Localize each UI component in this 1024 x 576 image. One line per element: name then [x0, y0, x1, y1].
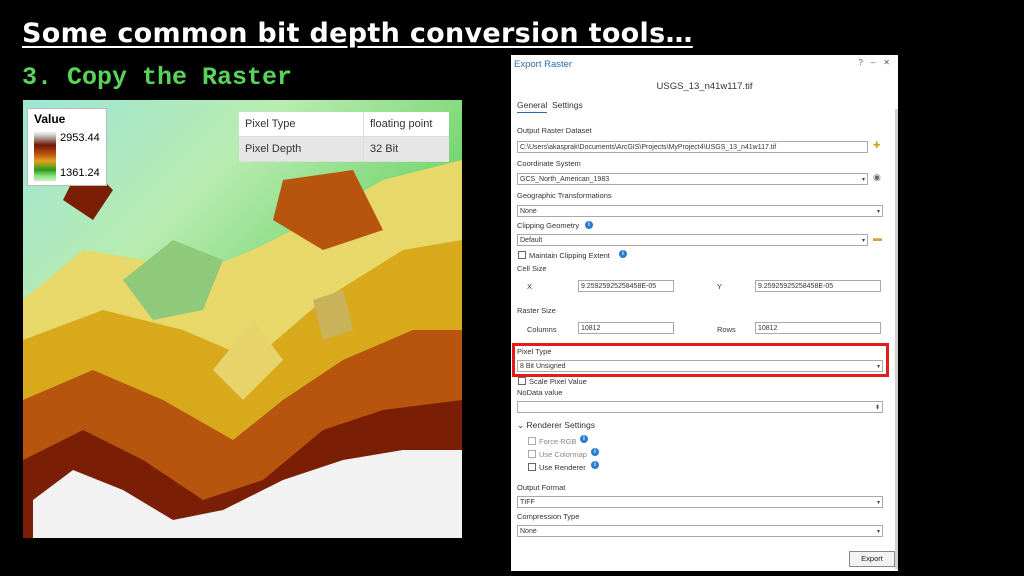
use-renderer-checkbox[interactable]: [528, 463, 536, 471]
geo-transform-label: Geographic Transformations: [517, 191, 612, 200]
info-icon[interactable]: i: [591, 461, 599, 469]
use-colormap-label: Use Colormap: [539, 450, 587, 459]
info-icon[interactable]: i: [591, 448, 599, 456]
output-format-value: TIFF: [520, 499, 535, 506]
help-button[interactable]: ?: [858, 58, 862, 67]
rows-input[interactable]: 10812: [755, 322, 881, 334]
compression-select[interactable]: None ▾: [517, 525, 883, 537]
geo-transform-select[interactable]: None ▾: [517, 205, 883, 217]
renderer-settings-header[interactable]: ⌄ Renderer Settings: [517, 420, 595, 431]
chevron-down-icon: ▾: [876, 500, 880, 506]
info-icon[interactable]: i: [619, 250, 627, 258]
raster-size-label: Raster Size: [517, 306, 556, 315]
output-raster-label: Output Raster Dataset: [517, 126, 592, 135]
tab-general[interactable]: General: [517, 100, 548, 113]
coord-system-label: Coordinate System: [517, 159, 581, 168]
output-raster-input[interactable]: C:\Users\akasprak\Documents\ArcGIS\Proje…: [517, 141, 868, 153]
geo-transform-value: None: [520, 208, 537, 215]
info-icon[interactable]: i: [580, 435, 588, 443]
slide-subtitle: 3. Copy the Raster: [22, 63, 293, 92]
columns-input[interactable]: 10812: [578, 322, 674, 334]
chevron-down-icon: ▾: [876, 529, 880, 535]
globe-icon[interactable]: ◉: [873, 172, 881, 183]
force-rgb-label: Force RGB: [539, 437, 577, 446]
clipping-geometry-value: Default: [520, 237, 543, 244]
coord-system-select[interactable]: GCS_North_American_1983 ▾: [517, 173, 868, 185]
pixel-type-highlight: [512, 343, 889, 377]
table-row: Pixel Depth 32 Bit: [239, 136, 449, 162]
property-key: Pixel Type: [239, 112, 364, 137]
scale-pixel-checkbox[interactable]: [518, 377, 526, 385]
output-format-select[interactable]: TIFF ▾: [517, 496, 883, 508]
maintain-clipping-label: Maintain Clipping Extent: [529, 251, 610, 260]
raster-properties-table: Pixel Type floating point Pixel Depth 32…: [239, 112, 449, 162]
clipping-geometry-label: Clipping Geometry: [517, 221, 580, 230]
legend-color-ramp: [34, 131, 56, 181]
window-controls: ? – ✕: [858, 58, 890, 67]
columns-label: Columns: [527, 325, 557, 334]
info-icon[interactable]: i: [585, 221, 593, 229]
export-raster-dialog: Export Raster ? – ✕ USGS_13_n41w117.tif …: [511, 55, 898, 571]
slide-title: Some common bit depth conversion tools…: [22, 18, 693, 49]
chevron-down-icon: ▾: [876, 209, 880, 215]
chevron-down-icon: ▾: [861, 177, 865, 183]
chevron-down-icon: ▾: [861, 238, 865, 244]
dialog-title: Export Raster: [514, 59, 573, 70]
folder-add-icon[interactable]: ✚: [873, 140, 881, 151]
folder-icon[interactable]: ▬: [873, 233, 882, 243]
compression-label: Compression Type: [517, 512, 580, 521]
renderer-settings-label: Renderer Settings: [526, 420, 596, 430]
dialog-scrollbar[interactable]: [895, 109, 898, 569]
map-legend: Value 2953.44 1361.24: [27, 108, 107, 186]
nodata-input[interactable]: ⬍: [517, 401, 883, 413]
cell-y-label: Y: [717, 282, 723, 291]
file-name: USGS_13_n41w117.tif: [656, 81, 753, 92]
cell-x-input[interactable]: 9.25925925258458E-05: [578, 280, 674, 292]
scale-pixel-label: Scale Pixel Value: [529, 377, 587, 386]
rows-label: Rows: [717, 325, 736, 334]
maintain-clipping-checkbox[interactable]: [518, 251, 526, 259]
use-colormap-checkbox[interactable]: [528, 450, 536, 458]
close-button[interactable]: ✕: [883, 58, 890, 67]
output-format-label: Output Format: [517, 483, 566, 492]
chevron-down-icon: ⌄: [517, 420, 525, 430]
property-key: Pixel Depth: [239, 136, 364, 162]
force-rgb-checkbox[interactable]: [528, 437, 536, 445]
legend-title: Value: [34, 112, 66, 126]
export-button[interactable]: Export: [849, 551, 895, 567]
cell-y-input[interactable]: 9.25925925258458E-05: [755, 280, 881, 292]
clipping-geometry-select[interactable]: Default ▾: [517, 234, 868, 246]
property-value: 32 Bit: [363, 136, 449, 162]
minimize-button[interactable]: –: [871, 58, 875, 67]
nodata-label: NoData value: [517, 388, 563, 397]
cell-size-label: Cell Size: [517, 264, 547, 273]
cell-x-label: X: [527, 282, 533, 291]
property-value: floating point: [363, 112, 449, 137]
coord-system-value: GCS_North_American_1983: [520, 176, 610, 183]
table-row: Pixel Type floating point: [239, 112, 449, 137]
use-renderer-label: Use Renderer: [539, 463, 586, 472]
tab-settings[interactable]: Settings: [552, 100, 583, 110]
legend-high-value: 2953.44: [60, 132, 100, 144]
compression-value: None: [520, 528, 537, 535]
spinner-icon[interactable]: ⬍: [875, 402, 880, 412]
legend-low-value: 1361.24: [60, 167, 100, 179]
